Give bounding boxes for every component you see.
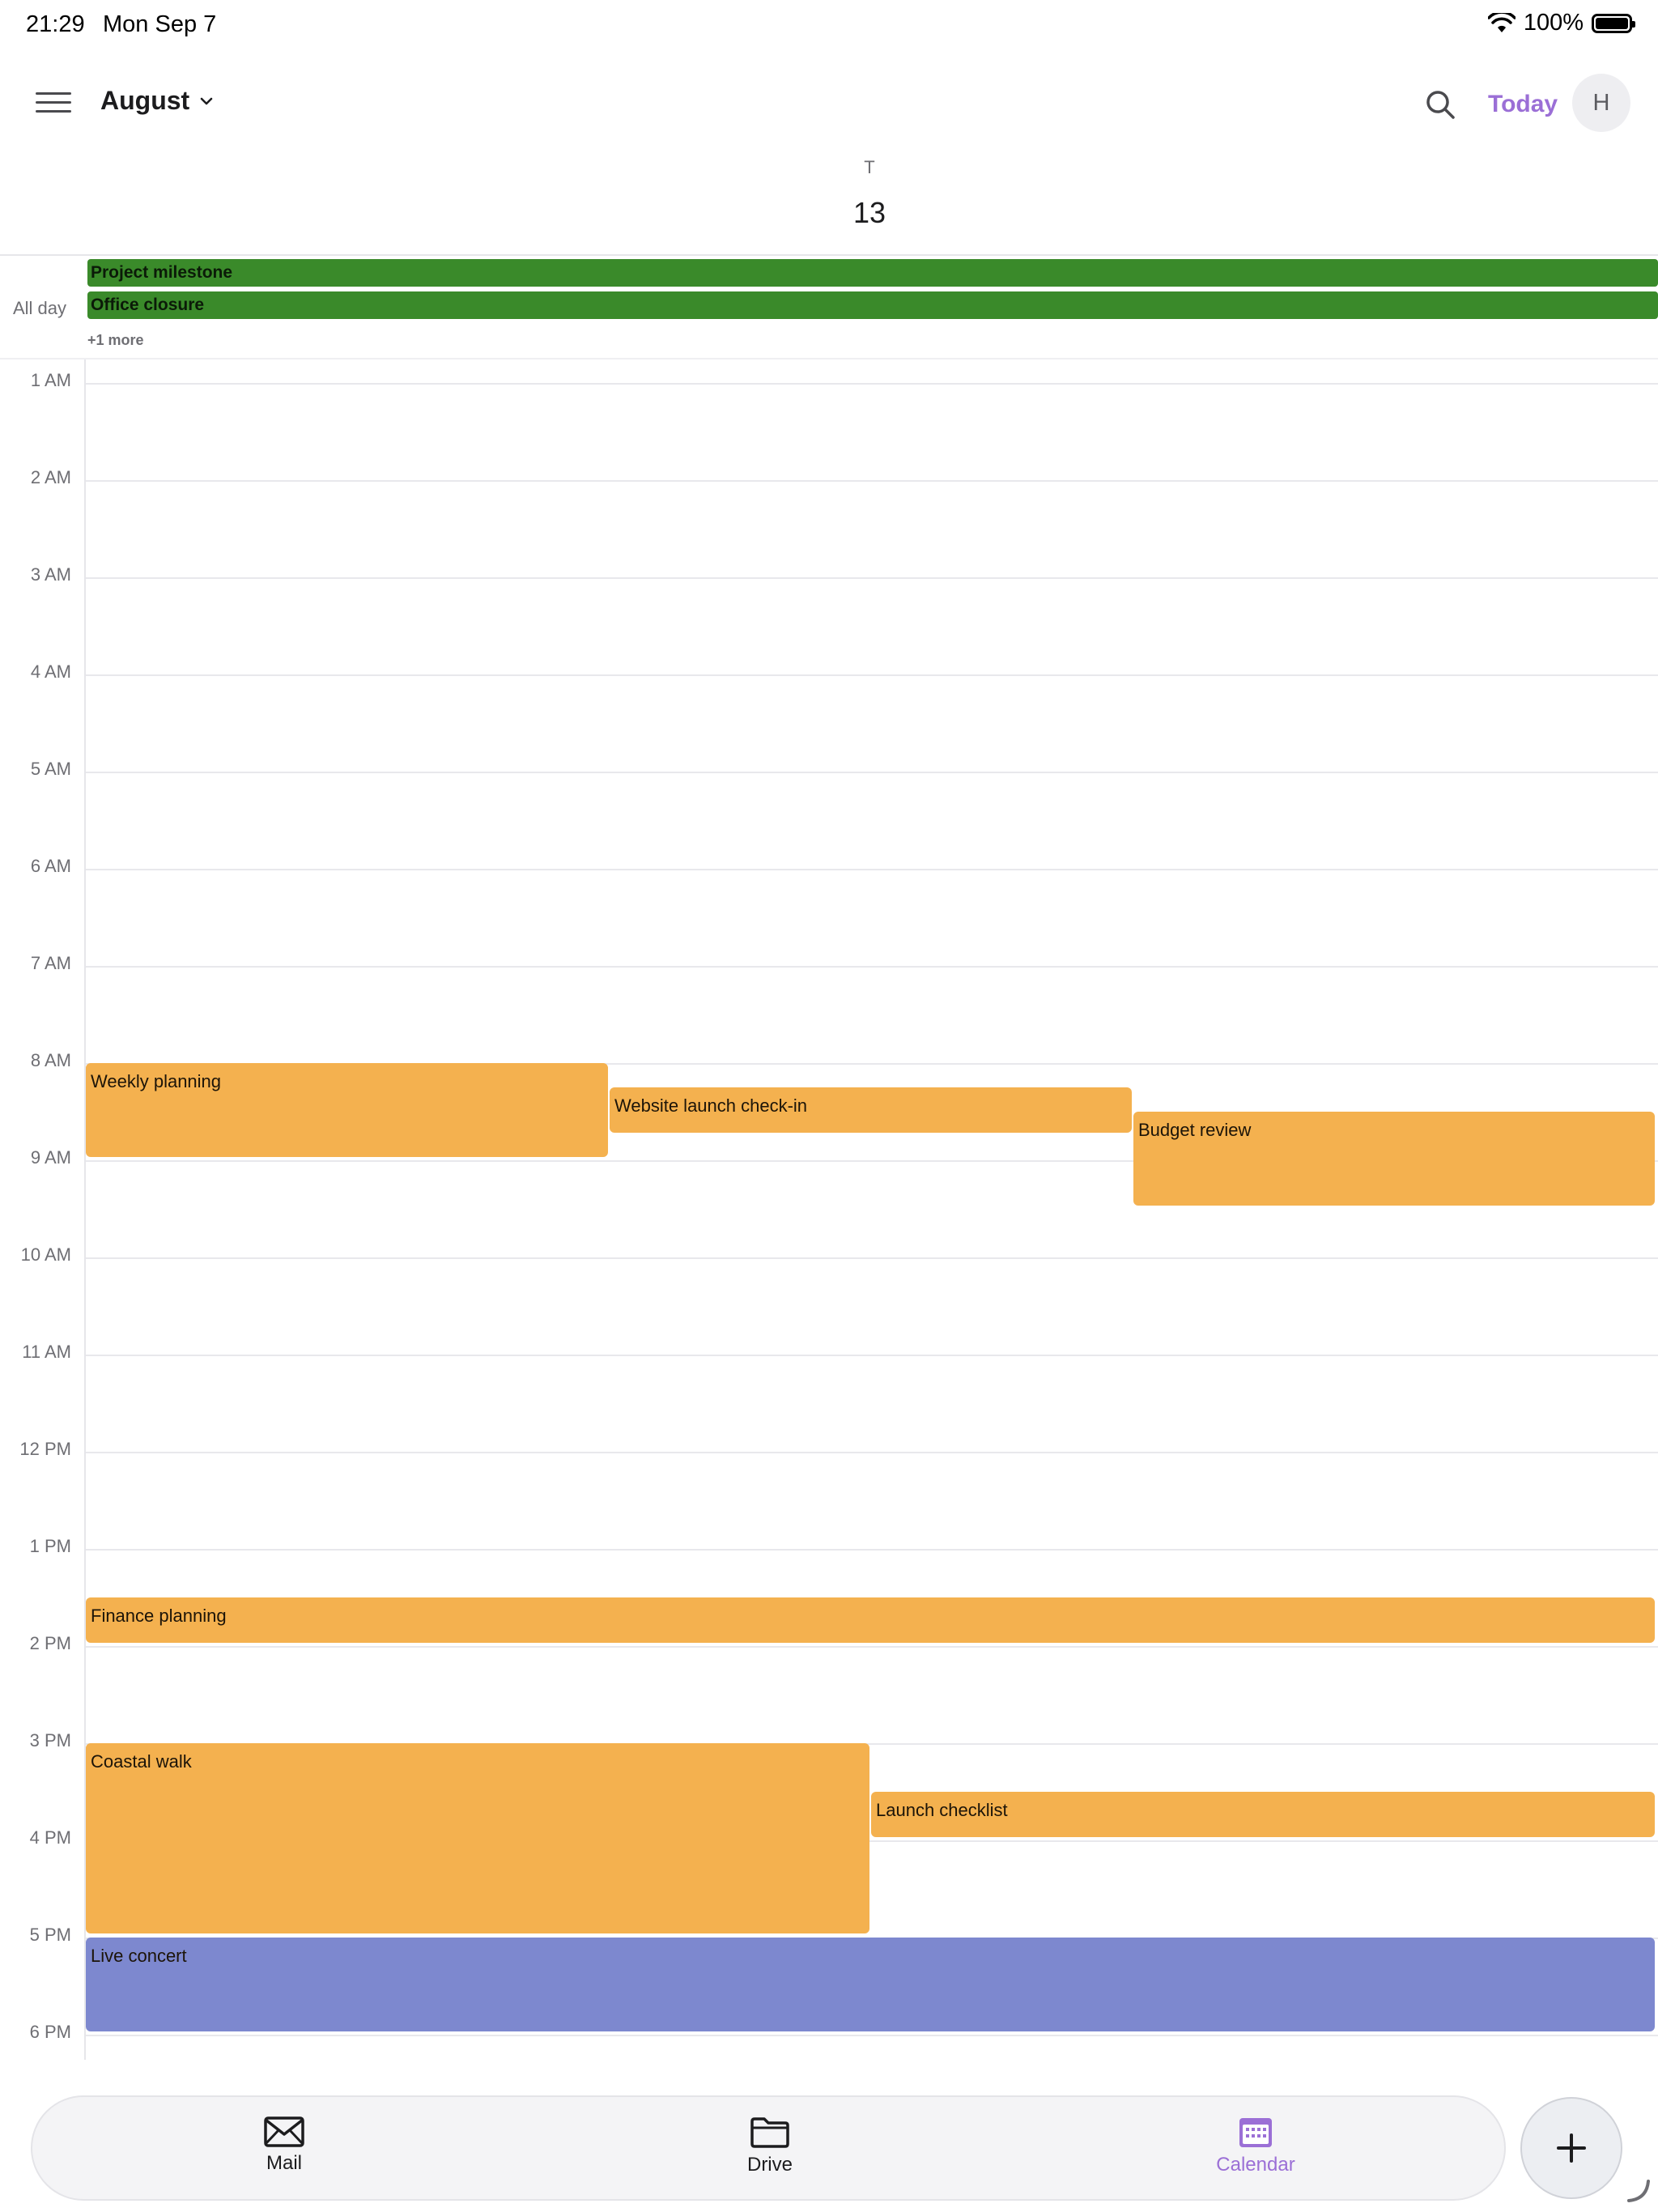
weekday-letter: T: [864, 157, 875, 177]
hour-label: 12 PM: [19, 1439, 71, 1459]
hour-label: 5 AM: [30, 759, 71, 779]
hour-label: 4 PM: [29, 1827, 71, 1848]
plus-icon: [1557, 2133, 1586, 2163]
status-indicators: 100%: [1487, 10, 1635, 36]
tab-mail-label: Mail: [266, 2152, 302, 2174]
tab-calendar-label: Calendar: [1216, 2154, 1295, 2176]
folder-icon: [750, 2117, 789, 2148]
hour-label: 6 PM: [29, 2022, 71, 2042]
hour-line: [86, 674, 1658, 676]
status-time: 21:29: [26, 11, 85, 37]
all-day-event[interactable]: Project milestone: [87, 259, 1658, 287]
hour-line: [86, 383, 1658, 385]
hour-line: [86, 577, 1658, 579]
calendar-icon: [1239, 2118, 1272, 2147]
battery-percent: 100%: [1523, 10, 1584, 36]
event-weekly-planning[interactable]: Weekly planning: [86, 1063, 608, 1157]
all-day-event[interactable]: Office closure: [87, 291, 1658, 319]
all-day-divider: [0, 358, 1658, 359]
menu-icon[interactable]: [36, 92, 71, 117]
resize-handle-icon[interactable]: [1626, 2178, 1650, 2202]
hour-line: [86, 1452, 1658, 1453]
calendar-header: August Today H: [0, 65, 1658, 143]
event-finance-planning[interactable]: Finance planning: [86, 1597, 1655, 1643]
hour-label: 5 PM: [29, 1925, 71, 1945]
hour-label: 2 PM: [29, 1633, 71, 1653]
all-day-label: All day: [13, 298, 67, 318]
header-divider: [0, 254, 1658, 256]
event-coastal-walk[interactable]: Coastal walk: [86, 1743, 869, 1933]
hour-label: 10 AM: [20, 1244, 71, 1265]
chevron-down-icon: [200, 97, 213, 104]
month-picker-button[interactable]: August: [100, 86, 214, 116]
tab-drive-label: Drive: [746, 2154, 793, 2176]
status-bar: 21:29 Mon Sep 7 100%: [0, 0, 1658, 52]
hour-label: 8 AM: [30, 1050, 71, 1070]
tab-calendar[interactable]: Calendar: [1175, 2116, 1337, 2176]
hour-label: 11 AM: [22, 1342, 71, 1362]
hour-line: [86, 966, 1658, 968]
battery-icon: [1592, 13, 1635, 33]
more-events-link[interactable]: +1 more: [87, 332, 144, 349]
tab-drive[interactable]: Drive: [689, 2116, 851, 2176]
event-launch-checklist[interactable]: Launch checklist: [871, 1792, 1655, 1837]
hour-line: [86, 2035, 1658, 2036]
today-button[interactable]: Today: [1488, 91, 1558, 118]
search-icon[interactable]: [1423, 87, 1457, 121]
hour-label: 1 PM: [29, 1536, 71, 1556]
hour-line: [86, 1257, 1658, 1259]
event-website-launch-check-in[interactable]: Website launch check-in: [610, 1087, 1132, 1133]
hour-label: 3 PM: [29, 1730, 71, 1750]
hour-line: [86, 1646, 1658, 1648]
hour-label: 4 AM: [30, 661, 71, 682]
hour-line: [86, 480, 1658, 482]
hour-label: 7 AM: [30, 953, 71, 973]
wifi-icon: [1487, 12, 1516, 32]
tab-mail[interactable]: Mail: [203, 2116, 365, 2175]
hour-line: [86, 1355, 1658, 1356]
hour-line: [86, 869, 1658, 870]
hour-line: [86, 772, 1658, 773]
hour-label: 2 AM: [30, 467, 71, 487]
event-budget-review[interactable]: Budget review: [1133, 1112, 1655, 1206]
day-number[interactable]: 13: [0, 196, 1658, 230]
hour-label: 1 AM: [30, 370, 71, 390]
avatar[interactable]: H: [1572, 74, 1630, 132]
hour-label: 9 AM: [30, 1147, 71, 1168]
event-live-concert[interactable]: Live concert: [86, 1938, 1655, 2031]
hour-label: 3 AM: [30, 564, 71, 585]
hour-line: [86, 1549, 1658, 1551]
bottom-tab-bar: Mail Drive Calendar: [31, 2095, 1506, 2201]
hour-label: 6 AM: [30, 856, 71, 876]
mail-icon: [264, 2116, 304, 2147]
create-event-button[interactable]: [1520, 2097, 1622, 2199]
status-date: Mon Sep 7: [103, 11, 217, 37]
month-label: August: [100, 86, 190, 115]
